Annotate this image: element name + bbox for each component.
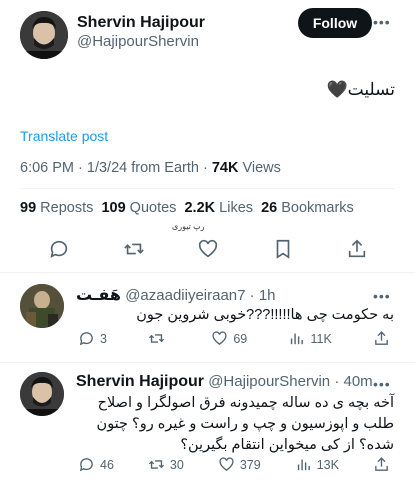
- bookmark-icon[interactable]: [272, 238, 294, 265]
- reply-time[interactable]: 1h: [259, 287, 276, 304]
- repost-icon: [148, 460, 164, 469]
- caption-tag: رپ تیوری: [172, 222, 205, 231]
- reply-author-handle[interactable]: @azaadiiyeiraan7: [125, 287, 245, 304]
- reply-share-button[interactable]: [373, 330, 390, 347]
- tweet-text: تسلیت🖤: [326, 80, 395, 99]
- reply-repost-button[interactable]: [148, 330, 170, 347]
- tweet-source: from Earth: [131, 160, 199, 176]
- repost-icon: [149, 334, 165, 343]
- divider: [20, 188, 395, 189]
- more-options-icon[interactable]: •••: [373, 288, 391, 304]
- heart-icon[interactable]: [197, 238, 219, 265]
- reply-text-line: طلب و اپوزسیون و چپ و راست و غیره رو؟ چت…: [96, 416, 394, 432]
- reply-avatar[interactable]: [20, 372, 64, 416]
- tweet-stats: 99 Reposts 109 Quotes 2.2K Likes 26 Book…: [20, 200, 354, 216]
- reply-avatar[interactable]: [20, 284, 64, 328]
- divider: [0, 362, 415, 363]
- reply-like-button[interactable]: 379: [218, 456, 261, 473]
- like-count: 379: [239, 457, 261, 472]
- quotes-stat[interactable]: 109 Quotes: [101, 200, 176, 216]
- reply-share-button[interactable]: [373, 456, 390, 473]
- reply-views-button[interactable]: 13K: [295, 456, 339, 473]
- tweet-time[interactable]: 6:06 PM: [20, 160, 74, 176]
- reply-header: هَفـت @azaadiiyeiraan7 · 1h: [76, 287, 276, 304]
- heart-icon: [219, 457, 234, 471]
- comment-icon: [79, 332, 93, 346]
- reply-author-name[interactable]: Shervin Hajipour: [76, 373, 204, 390]
- author-avatar[interactable]: [20, 11, 68, 59]
- reply-action-bar: 46 30 379 13K: [78, 456, 390, 473]
- like-count: 69: [233, 331, 248, 346]
- views-icon: [291, 333, 304, 345]
- reply-text-line: آخه بچه ی ده ساله چمیدونه فرق اصولگرا و …: [97, 395, 394, 411]
- translate-link[interactable]: Translate post: [20, 128, 108, 144]
- reply-comment-button[interactable]: 46: [78, 456, 114, 473]
- reposts-stat[interactable]: 99 Reposts: [20, 200, 93, 216]
- author-handle[interactable]: @HajipourShervin: [77, 33, 199, 50]
- reply-like-button[interactable]: 69: [211, 330, 247, 347]
- reply-views-button[interactable]: 11K: [288, 330, 332, 347]
- reply-author-name[interactable]: هَفـت: [76, 287, 121, 304]
- share-icon: [375, 331, 388, 345]
- views-count: 74K: [211, 160, 239, 176]
- reply-comment-button[interactable]: 3: [78, 330, 107, 347]
- reply-repost-button[interactable]: 30: [148, 456, 184, 473]
- author-name[interactable]: Shervin Hajipour: [77, 14, 205, 32]
- views-label: Views: [242, 160, 281, 176]
- bookmarks-stat[interactable]: 26 Bookmarks: [261, 200, 354, 216]
- heart-icon: [212, 331, 227, 345]
- reply-count: 3: [100, 331, 107, 346]
- main-action-bar: [48, 238, 368, 265]
- share-icon[interactable]: [346, 238, 368, 265]
- more-options-icon[interactable]: •••: [373, 14, 391, 30]
- comment-icon[interactable]: [48, 238, 70, 265]
- reply-text: آخه بچه ی ده ساله چمیدونه فرق اصولگرا و …: [76, 393, 394, 456]
- views-icon: [297, 459, 310, 471]
- repost-count: 30: [169, 457, 184, 472]
- views-count: 13K: [316, 457, 339, 472]
- tweet-date[interactable]: 1/3/24: [87, 160, 127, 176]
- reply-count: 46: [100, 457, 114, 472]
- repost-icon[interactable]: [123, 238, 145, 265]
- reply-text: به حکومت چی ها!!!!!???خوبی شروین جون: [136, 307, 394, 323]
- reply-action-bar: 3 69 11K: [78, 330, 390, 347]
- divider: [0, 272, 415, 273]
- reply-time[interactable]: 40m: [344, 373, 373, 390]
- tweet-meta: 6:06 PM · 1/3/24 from Earth · 74K Views: [20, 160, 281, 176]
- views-count: 11K: [310, 331, 332, 346]
- more-options-icon[interactable]: •••: [373, 376, 391, 392]
- likes-stat[interactable]: 2.2K Likes: [184, 200, 253, 216]
- follow-button[interactable]: Follow: [298, 8, 372, 38]
- reply-author-handle[interactable]: @HajipourShervin: [208, 373, 330, 390]
- reply-header: Shervin Hajipour @HajipourShervin · 40m: [76, 373, 373, 390]
- reply-text-line: شده؟ از کی میخواین انتقام بگیرین؟: [180, 437, 394, 453]
- comment-icon: [79, 458, 93, 472]
- share-icon: [375, 457, 388, 471]
